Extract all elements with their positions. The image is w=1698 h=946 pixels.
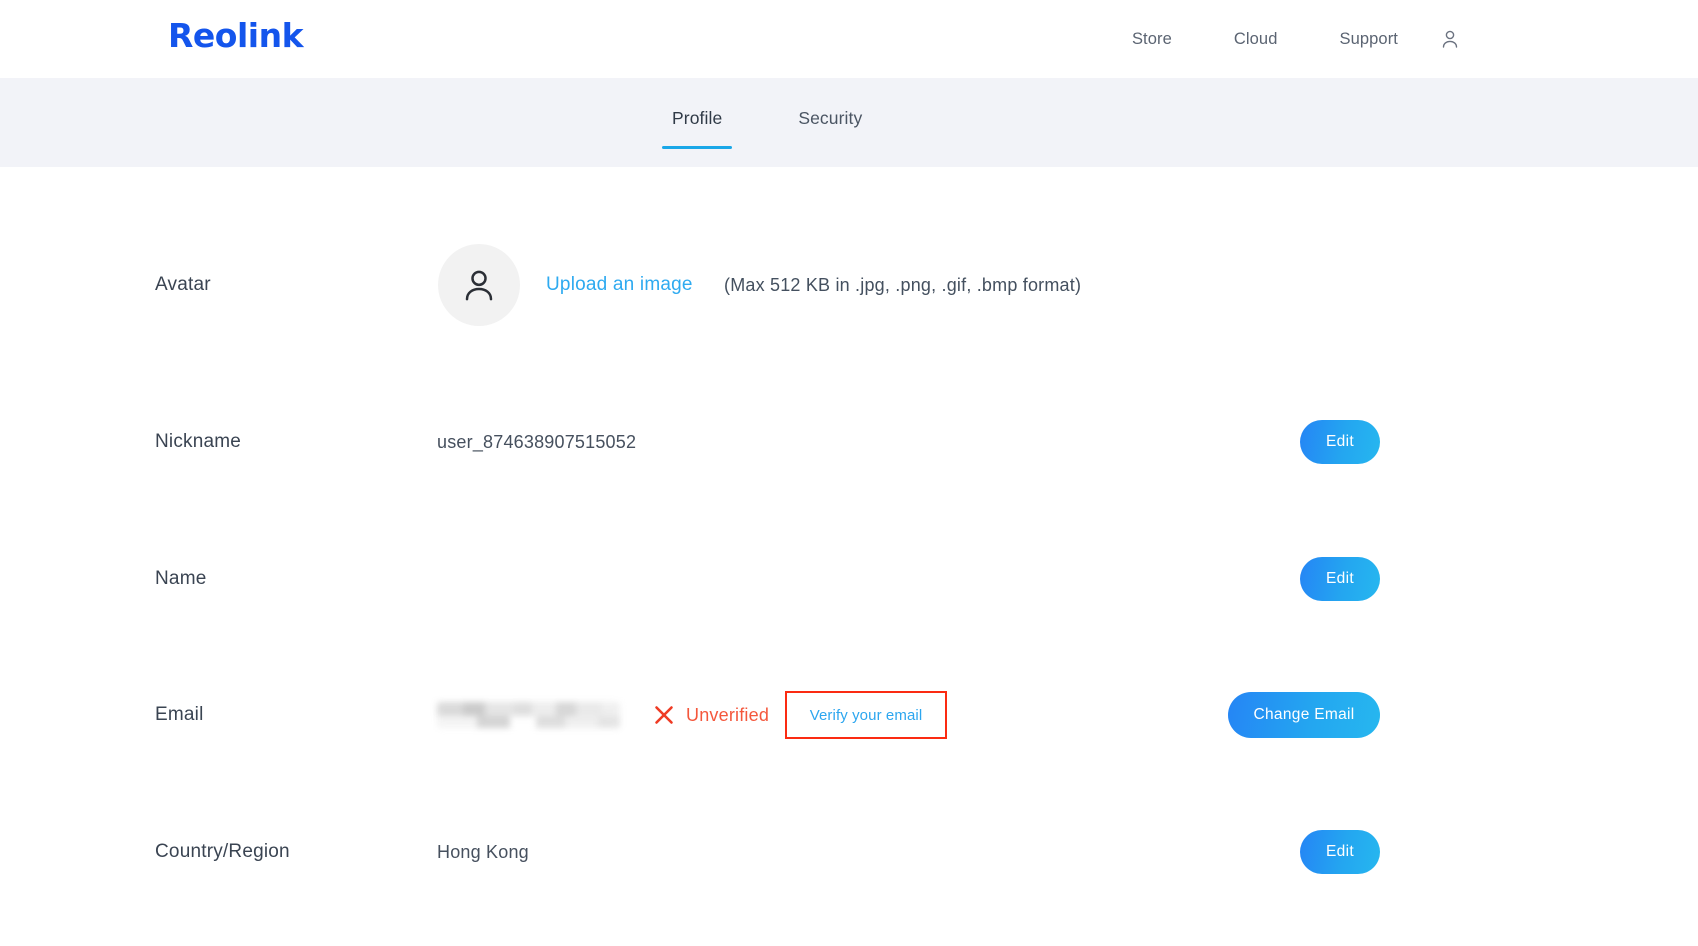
country-region-label: Country/Region: [155, 841, 290, 862]
tab-security-label: Security: [798, 108, 863, 128]
nav-item-support[interactable]: Support: [1340, 30, 1399, 49]
avatar-format-hint: (Max 512 KB in .jpg, .png, .gif, .bmp fo…: [724, 274, 1082, 295]
edit-nickname-button[interactable]: Edit: [1300, 420, 1380, 464]
email-value-redacted: [437, 702, 620, 728]
user-avatar-placeholder-icon[interactable]: [438, 244, 520, 326]
row-name: Name Edit: [0, 549, 1698, 609]
email-label: Email: [155, 704, 204, 725]
tab-profile[interactable]: Profile: [660, 78, 734, 167]
avatar-label: Avatar: [155, 274, 211, 295]
profile-form: Avatar Upload an image (Max 512 KB in .j…: [0, 167, 1698, 946]
red-x-icon: [653, 704, 675, 726]
change-email-button[interactable]: Change Email: [1228, 692, 1380, 738]
nickname-value: user_874638907515052: [437, 431, 637, 452]
tab-profile-label: Profile: [672, 108, 723, 128]
nav-item-store[interactable]: Store: [1132, 30, 1172, 49]
user-account-icon[interactable]: [1437, 26, 1463, 52]
row-nickname: Nickname user_874638907515052 Edit: [0, 412, 1698, 472]
email-status-badge: Unverified: [686, 704, 770, 725]
site-header: Reolink Store Cloud Support: [0, 0, 1698, 78]
edit-country-region-button[interactable]: Edit: [1300, 830, 1380, 874]
country-region-value: Hong Kong: [437, 841, 529, 862]
nav-item-cloud[interactable]: Cloud: [1234, 30, 1278, 49]
name-label: Name: [155, 568, 207, 589]
nickname-label: Nickname: [155, 431, 242, 452]
reolink-logo[interactable]: Reolink: [168, 19, 304, 52]
verify-email-highlight-box[interactable]: Verify your email: [785, 691, 947, 739]
edit-name-button[interactable]: Edit: [1300, 557, 1380, 601]
verify-email-link[interactable]: Verify your email: [810, 707, 923, 724]
row-country-region: Country/Region Hong Kong Edit: [0, 822, 1698, 882]
upload-image-link[interactable]: Upload an image: [546, 274, 693, 296]
row-email: Email Unverified Verify your email Chang…: [0, 685, 1698, 745]
row-avatar: Avatar Upload an image (Max 512 KB in .j…: [0, 235, 1698, 335]
top-navigation: Store Cloud Support: [1132, 0, 1398, 78]
profile-tab-bar: Profile Security: [0, 78, 1698, 167]
tab-security[interactable]: Security: [786, 78, 874, 167]
